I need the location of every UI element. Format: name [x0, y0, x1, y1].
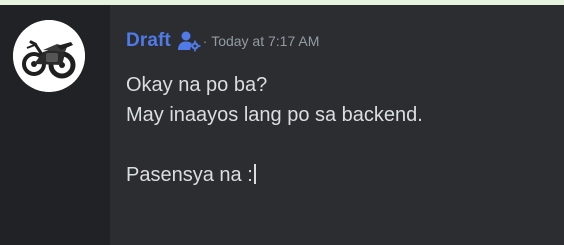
message-line-last: Pasensya na : — [126, 160, 556, 190]
message-line-blank — [126, 130, 556, 160]
author-name[interactable]: Draft — [126, 30, 171, 52]
timestamp[interactable]: Today at 7:17 AM — [211, 33, 319, 49]
user-gear-icon — [177, 30, 201, 52]
chat-message[interactable]: Draft · Today at 7:17 AM Okay na po ba? … — [0, 5, 564, 245]
message-header: Draft · Today at 7:17 AM — [126, 28, 319, 54]
header-separator: · — [202, 33, 208, 49]
avatar[interactable] — [13, 20, 85, 92]
message-content: Okay na po ba? May inaayos lang po sa ba… — [126, 70, 556, 190]
message-line: May inaayos lang po sa backend. — [126, 104, 423, 126]
text-cursor — [253, 164, 256, 184]
message-line-text: Pasensya na : — [126, 164, 253, 186]
motorcycle-icon — [13, 20, 85, 92]
message-line: Okay na po ba? — [126, 74, 268, 96]
